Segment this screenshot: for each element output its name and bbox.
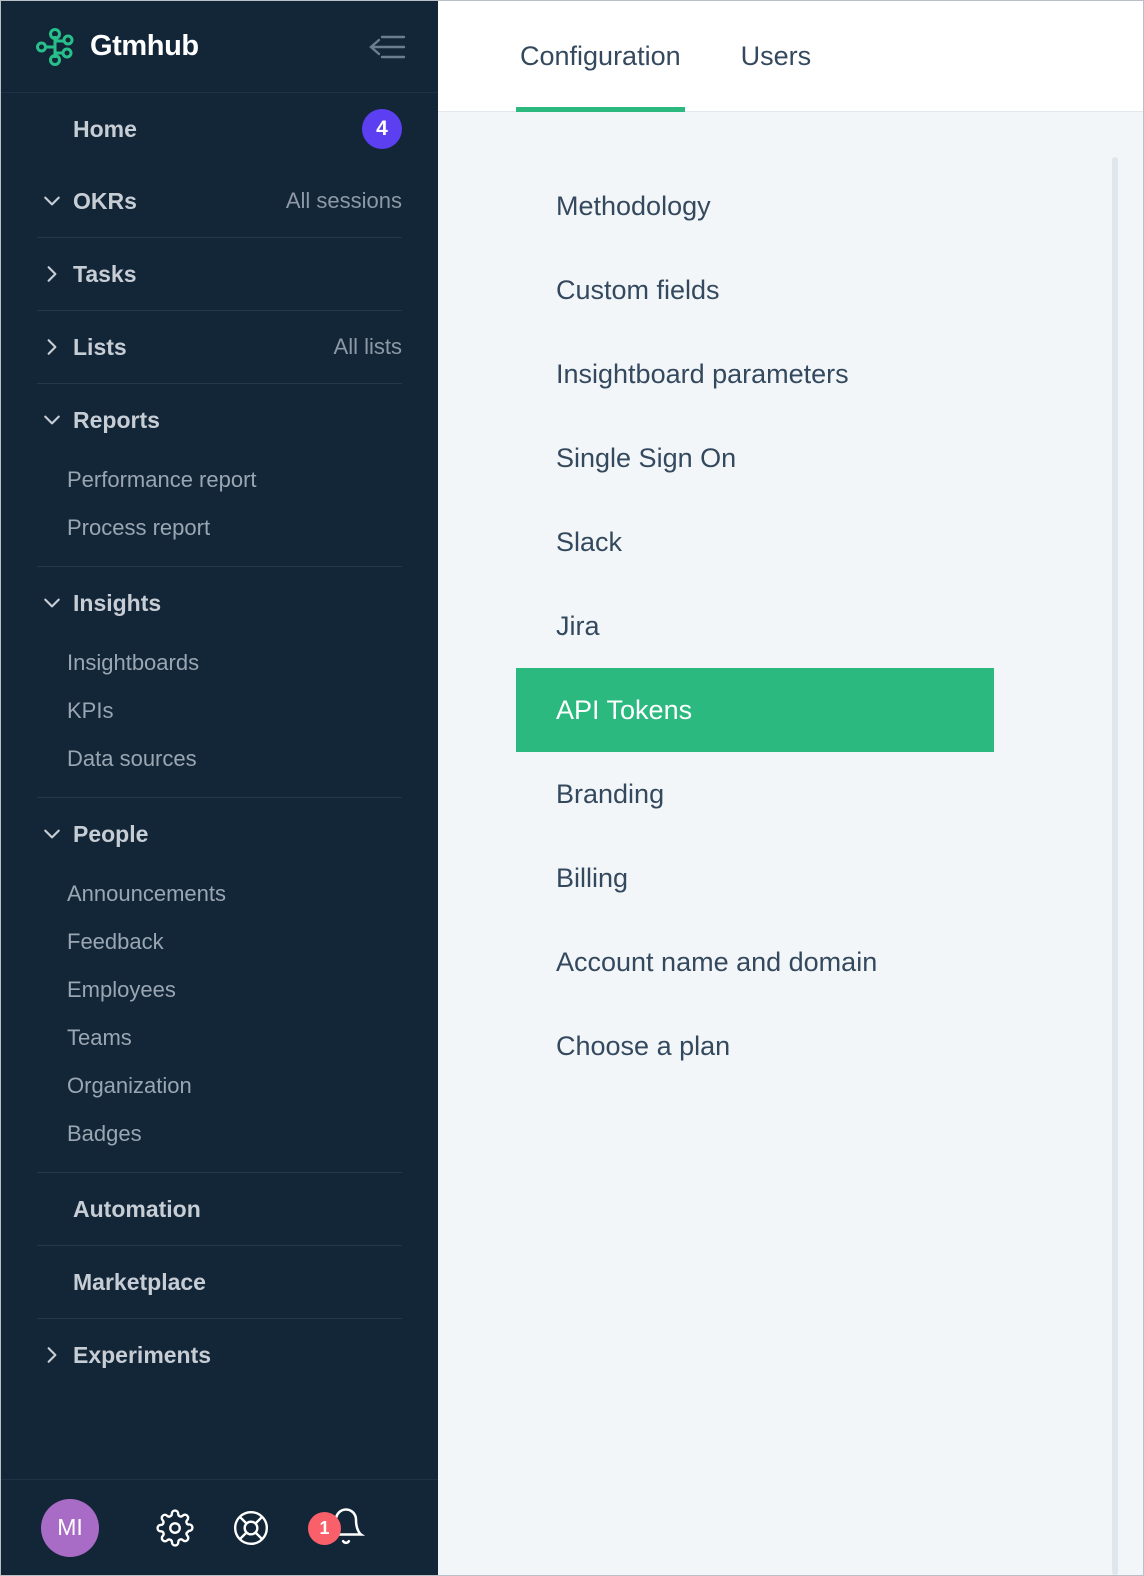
- sidebar-nav: Home 4 OKRs All sessions Tasks Lists All lis…: [1, 93, 438, 1479]
- sidebar-item-marketplace[interactable]: Marketplace: [37, 1246, 402, 1318]
- sidebar-item-okrs[interactable]: OKRs All sessions: [37, 165, 402, 237]
- sidebar-section-marketplace: Marketplace: [37, 1245, 402, 1318]
- sidebar-section-reports: Reports Performance report Process report: [37, 383, 402, 566]
- settings-item-billing[interactable]: Billing: [516, 836, 994, 920]
- notification-count-badge: 1: [308, 1511, 341, 1545]
- tab-users[interactable]: Users: [737, 1, 816, 112]
- sidebar-item-tasks[interactable]: Tasks: [37, 238, 402, 310]
- sidebar-item-home[interactable]: Home 4: [37, 93, 402, 165]
- sidebar-subnav: Performance report Process report: [37, 456, 402, 566]
- settings-item-slack[interactable]: Slack: [516, 500, 994, 584]
- sidebar-item-label: Tasks: [73, 260, 137, 287]
- settings-item-choose-a-plan[interactable]: Choose a plan: [516, 1004, 994, 1088]
- home-badge: 4: [362, 109, 402, 149]
- sidebar-subnav: Insightboards KPIs Data sources: [37, 639, 402, 797]
- settings-item-branding[interactable]: Branding: [516, 752, 994, 836]
- sidebar-item-label: Automation: [73, 1195, 201, 1222]
- content-scrollbar[interactable]: [1112, 157, 1118, 1575]
- sidebar-item-experiments[interactable]: Experiments: [37, 1319, 402, 1391]
- lifebuoy-icon[interactable]: [232, 1509, 270, 1547]
- settings-item-api-tokens[interactable]: API Tokens: [516, 668, 994, 752]
- sidebar-item-reports[interactable]: Reports: [37, 384, 402, 456]
- sidebar-section-okrs: OKRs All sessions: [37, 165, 402, 237]
- sidebar-item-label: Insights: [73, 589, 162, 616]
- sidebar-item-label: Experiments: [73, 1341, 212, 1368]
- sidebar-section-insights: Insights Insightboards KPIs Data sources: [37, 566, 402, 797]
- sidebar: Gtmhub Home 4 OKRs All sessions Tasks Li…: [1, 1, 438, 1575]
- sidebar-item-aside-link[interactable]: All lists: [334, 334, 402, 360]
- main-panel: Configuration Users Methodology Custom fie…: [438, 1, 1143, 1575]
- sidebar-item-label: OKRs: [73, 187, 137, 214]
- sidebar-section-automation: Automation: [37, 1172, 402, 1245]
- settings-menu-list: Methodology Custom fields Insightboard par…: [438, 112, 1143, 1088]
- sidebar-item-lists[interactable]: Lists All lists: [37, 311, 402, 383]
- app-window: Gtmhub Home 4 OKRs All sessions Tasks Li…: [0, 0, 1144, 1576]
- settings-item-single-sign-on[interactable]: Single Sign On: [516, 416, 994, 500]
- sidebar-item-label: People: [73, 820, 149, 847]
- gear-icon[interactable]: [156, 1508, 194, 1547]
- sidebar-sections: OKRs All sessions Tasks Lists All lists Repor…: [37, 165, 402, 1391]
- chevron-down-icon: [43, 192, 65, 210]
- sidebar-item-people[interactable]: People: [37, 798, 402, 870]
- chevron-right-icon: [43, 338, 65, 356]
- sidebar-section-people: People Announcements Feedback Employees Team…: [37, 797, 402, 1172]
- chevron-down-icon: [43, 825, 65, 843]
- sidebar-item-label: Marketplace: [73, 1268, 206, 1295]
- settings-item-jira[interactable]: Jira: [516, 584, 994, 668]
- sidebar-subitem-organization[interactable]: Organization: [37, 1062, 402, 1110]
- node-graph-logo-icon: [35, 26, 77, 68]
- chevron-right-icon: [43, 1346, 65, 1364]
- sidebar-subitem-data-sources[interactable]: Data sources: [37, 735, 402, 783]
- settings-item-custom-fields[interactable]: Custom fields: [516, 248, 994, 332]
- settings-item-insightboard-parameters[interactable]: Insightboard parameters: [516, 332, 994, 416]
- sidebar-header: Gtmhub: [1, 1, 438, 93]
- settings-item-methodology[interactable]: Methodology: [516, 164, 994, 248]
- sidebar-subitem-badges[interactable]: Badges: [37, 1110, 402, 1158]
- settings-item-account-name-and-domain[interactable]: Account name and domain: [516, 920, 994, 1004]
- sidebar-subitem-kpis[interactable]: KPIs: [37, 687, 402, 735]
- footer-icons: 1: [156, 1506, 404, 1550]
- sidebar-subitem-performance-report[interactable]: Performance report: [37, 456, 402, 504]
- sidebar-item-automation[interactable]: Automation: [37, 1173, 402, 1245]
- sidebar-section-tasks: Tasks: [37, 237, 402, 310]
- sidebar-subitem-insightboards[interactable]: Insightboards: [37, 639, 402, 687]
- brand-name: Gtmhub: [90, 30, 199, 62]
- sidebar-subitem-employees[interactable]: Employees: [37, 966, 402, 1014]
- sidebar-footer: MI 1: [1, 1479, 438, 1575]
- sidebar-item-label: Reports: [73, 406, 160, 433]
- sidebar-subitem-teams[interactable]: Teams: [37, 1014, 402, 1062]
- sidebar-item-insights[interactable]: Insights: [37, 567, 402, 639]
- tab-configuration[interactable]: Configuration: [516, 1, 685, 112]
- chevron-down-icon: [43, 594, 65, 612]
- sidebar-section-experiments: Experiments: [37, 1318, 402, 1391]
- notifications-button[interactable]: 1: [308, 1506, 366, 1550]
- sidebar-subitem-feedback[interactable]: Feedback: [37, 918, 402, 966]
- tab-bar: Configuration Users: [438, 1, 1143, 112]
- sidebar-section-lists: Lists All lists: [37, 310, 402, 383]
- sidebar-section-home: Home 4: [37, 93, 402, 165]
- content-area: Methodology Custom fields Insightboard par…: [438, 112, 1143, 1575]
- sidebar-item-aside-link[interactable]: All sessions: [286, 188, 402, 214]
- sidebar-subitem-announcements[interactable]: Announcements: [37, 870, 402, 918]
- chevron-down-icon: [43, 411, 65, 429]
- sidebar-item-label: Lists: [73, 333, 127, 360]
- sidebar-subnav: Announcements Feedback Employees Teams Organ…: [37, 870, 402, 1172]
- collapse-sidebar-icon[interactable]: [366, 25, 410, 69]
- avatar[interactable]: MI: [41, 1498, 99, 1557]
- sidebar-item-label: Home: [73, 115, 137, 142]
- brand[interactable]: Gtmhub: [35, 26, 366, 68]
- chevron-right-icon: [43, 265, 65, 283]
- sidebar-subitem-process-report[interactable]: Process report: [37, 504, 402, 552]
